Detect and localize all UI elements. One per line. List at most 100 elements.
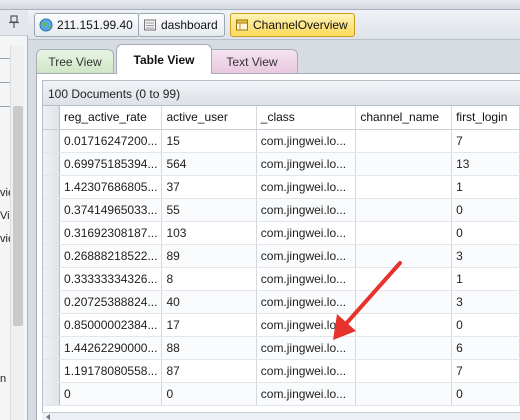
table-row[interactable]: 0.31692308187... 103 com.jingwei.lo... 0 bbox=[43, 221, 520, 245]
cell-channel-name[interactable] bbox=[355, 359, 453, 383]
cell-class[interactable]: com.jingwei.lo... bbox=[256, 175, 357, 199]
row-selector[interactable] bbox=[43, 336, 61, 360]
cell-channel-name[interactable] bbox=[355, 336, 453, 360]
cell-first-login[interactable]: 6 bbox=[451, 336, 520, 360]
cell-channel-name[interactable] bbox=[355, 198, 453, 222]
cell-class[interactable]: com.jingwei.lo... bbox=[256, 359, 357, 383]
cell-first-login[interactable]: 7 bbox=[451, 359, 520, 383]
tab-tree-view[interactable]: Tree View bbox=[36, 49, 114, 73]
table-row[interactable]: 0.37414965033... 55 com.jingwei.lo... 0 bbox=[43, 198, 520, 222]
cell-reg-active-rate[interactable]: 0.33333334326... bbox=[59, 267, 163, 291]
cell-reg-active-rate[interactable]: 1.44262290000... bbox=[59, 336, 163, 360]
pin-icon[interactable] bbox=[8, 15, 20, 29]
cell-reg-active-rate[interactable]: 0.31692308187... bbox=[59, 221, 163, 245]
horizontal-scrollbar[interactable] bbox=[42, 412, 520, 420]
table-row[interactable]: 0.85000002384... 17 com.jingwei.lo... 0 bbox=[43, 313, 520, 337]
row-selector[interactable] bbox=[43, 244, 61, 268]
sidebar-item-fragment[interactable]: vie bbox=[0, 233, 10, 245]
sidebar-item-fragment[interactable]: Vi bbox=[0, 210, 10, 222]
cell-channel-name[interactable] bbox=[355, 221, 453, 245]
cell-first-login[interactable]: 1 bbox=[451, 267, 520, 291]
sidebar-item-fragment[interactable]: vie bbox=[0, 187, 10, 199]
table-row[interactable]: 0.01716247200... 15 com.jingwei.lo... 7 bbox=[43, 129, 520, 153]
table-row[interactable]: 1.19178080558... 87 com.jingwei.lo... 7 bbox=[43, 359, 520, 383]
row-selector[interactable] bbox=[43, 129, 61, 153]
cell-first-login[interactable]: 7 bbox=[451, 129, 520, 153]
table-row[interactable]: 0.20725388824... 40 com.jingwei.lo... 3 bbox=[43, 290, 520, 314]
cell-active-user[interactable]: 40 bbox=[161, 290, 257, 314]
table-row[interactable]: 0 0 com.jingwei.lo... 0 bbox=[43, 382, 520, 406]
cell-active-user[interactable]: 15 bbox=[161, 129, 257, 153]
cell-channel-name[interactable] bbox=[355, 267, 453, 291]
cell-active-user[interactable]: 8 bbox=[161, 267, 257, 291]
cell-channel-name[interactable] bbox=[355, 129, 453, 153]
server-chip[interactable]: 211.151.99.40 bbox=[34, 13, 140, 37]
cell-active-user[interactable]: 37 bbox=[161, 175, 257, 199]
cell-reg-active-rate[interactable]: 0.26888218522... bbox=[59, 244, 163, 268]
cell-first-login[interactable]: 0 bbox=[451, 198, 520, 222]
cell-channel-name[interactable] bbox=[355, 244, 453, 268]
cell-active-user[interactable]: 17 bbox=[161, 313, 257, 337]
cell-first-login[interactable]: 0 bbox=[451, 382, 520, 406]
row-selector[interactable] bbox=[43, 152, 61, 176]
cell-reg-active-rate[interactable]: 1.42307686805... bbox=[59, 175, 163, 199]
cell-channel-name[interactable] bbox=[355, 175, 453, 199]
cell-class[interactable]: com.jingwei.lo... bbox=[256, 221, 357, 245]
sidebar-item-fragment[interactable]: n bbox=[0, 373, 10, 385]
table-row[interactable]: 1.44262290000... 88 com.jingwei.lo... 6 bbox=[43, 336, 520, 360]
cell-class[interactable]: com.jingwei.lo... bbox=[256, 290, 357, 314]
database-chip[interactable]: dashboard bbox=[138, 13, 225, 37]
cell-reg-active-rate[interactable]: 0.20725388824... bbox=[59, 290, 163, 314]
tab-table-view[interactable]: Table View bbox=[116, 44, 212, 74]
cell-first-login[interactable]: 1 bbox=[451, 175, 520, 199]
collection-chip[interactable]: ChannelOverview bbox=[230, 13, 355, 37]
cell-first-login[interactable]: 0 bbox=[451, 313, 520, 337]
row-selector[interactable] bbox=[43, 198, 61, 222]
table-row[interactable]: 0.26888218522... 89 com.jingwei.lo... 3 bbox=[43, 244, 520, 268]
row-selector[interactable] bbox=[43, 267, 61, 291]
cell-class[interactable]: com.jingwei.lo... bbox=[256, 267, 357, 291]
column-header-first-login[interactable]: first_login bbox=[451, 106, 520, 130]
sidebar-scrollbar-thumb[interactable] bbox=[13, 106, 23, 326]
cell-active-user[interactable]: 55 bbox=[161, 198, 257, 222]
cell-active-user[interactable]: 103 bbox=[161, 221, 257, 245]
scroll-left-icon[interactable] bbox=[46, 414, 50, 420]
cell-reg-active-rate[interactable]: 0.37414965033... bbox=[59, 198, 163, 222]
cell-channel-name[interactable] bbox=[355, 382, 453, 406]
column-header-reg-active-rate[interactable]: reg_active_rate bbox=[59, 106, 163, 130]
cell-active-user[interactable]: 88 bbox=[161, 336, 257, 360]
cell-class[interactable]: com.jingwei.lo... bbox=[256, 152, 357, 176]
row-selector[interactable] bbox=[43, 290, 61, 314]
cell-first-login[interactable]: 13 bbox=[451, 152, 520, 176]
cell-active-user[interactable]: 564 bbox=[161, 152, 257, 176]
cell-reg-active-rate[interactable]: 1.19178080558... bbox=[59, 359, 163, 383]
row-selector[interactable] bbox=[43, 175, 61, 199]
cell-reg-active-rate[interactable]: 0.85000002384... bbox=[59, 313, 163, 337]
table-row[interactable]: 0.33333334326... 8 com.jingwei.lo... 1 bbox=[43, 267, 520, 291]
cell-class[interactable]: com.jingwei.lo... bbox=[256, 313, 357, 337]
cell-reg-active-rate[interactable]: 0.69975185394... bbox=[59, 152, 163, 176]
cell-channel-name[interactable] bbox=[355, 152, 453, 176]
cell-first-login[interactable]: 3 bbox=[451, 244, 520, 268]
cell-class[interactable]: com.jingwei.lo... bbox=[256, 129, 357, 153]
table-row[interactable]: 1.42307686805... 37 com.jingwei.lo... 1 bbox=[43, 175, 520, 199]
row-selector[interactable] bbox=[43, 382, 61, 406]
cell-class[interactable]: com.jingwei.lo... bbox=[256, 382, 357, 406]
row-selector[interactable] bbox=[43, 359, 61, 383]
cell-active-user[interactable]: 0 bbox=[161, 382, 257, 406]
sidebar-scrollbar[interactable] bbox=[10, 46, 24, 420]
cell-reg-active-rate[interactable]: 0.01716247200... bbox=[59, 129, 163, 153]
cell-first-login[interactable]: 0 bbox=[451, 221, 520, 245]
row-selector[interactable] bbox=[43, 221, 61, 245]
tab-text-view[interactable]: Text View bbox=[206, 49, 298, 73]
row-selector[interactable] bbox=[43, 313, 61, 337]
cell-channel-name[interactable] bbox=[355, 313, 453, 337]
table-row[interactable]: 0.69975185394... 564 com.jingwei.lo... 13 bbox=[43, 152, 520, 176]
cell-class[interactable]: com.jingwei.lo... bbox=[256, 244, 357, 268]
column-header-active-user[interactable]: active_user bbox=[161, 106, 257, 130]
column-header-channel-name[interactable]: channel_name bbox=[355, 106, 453, 130]
cell-class[interactable]: com.jingwei.lo... bbox=[256, 336, 357, 360]
cell-active-user[interactable]: 89 bbox=[161, 244, 257, 268]
cell-first-login[interactable]: 3 bbox=[451, 290, 520, 314]
column-header-class[interactable]: _class bbox=[256, 106, 357, 130]
